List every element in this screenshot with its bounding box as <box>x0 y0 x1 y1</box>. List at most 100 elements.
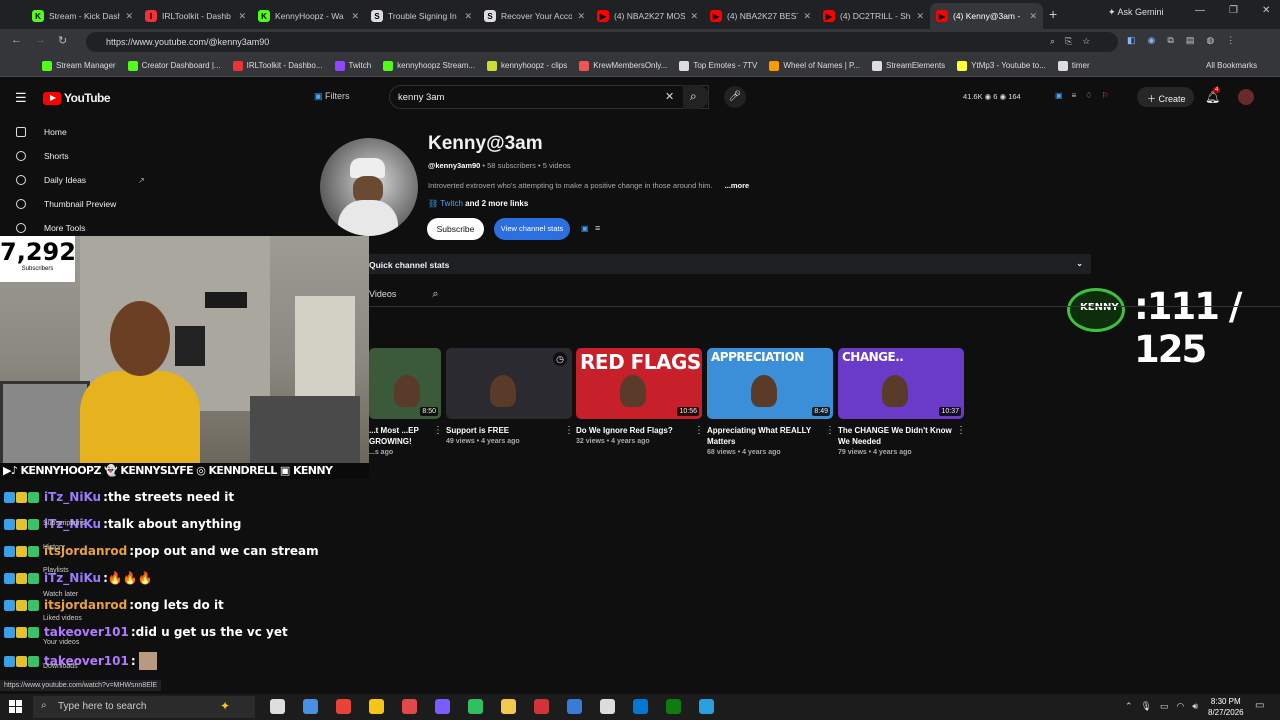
video-title[interactable]: Support is FREE <box>446 425 560 436</box>
watch-later-icon[interactable]: ◷ <box>553 352 567 366</box>
search-button[interactable]: ⌕ <box>683 85 709 109</box>
tool-icon[interactable]: ▣ <box>1055 91 1063 100</box>
view-channel-stats-button[interactable]: View channel stats <box>494 218 570 240</box>
all-bookmarks[interactable]: All Bookmarks <box>1206 61 1257 70</box>
app-icon[interactable] <box>468 699 483 714</box>
video-menu-icon[interactable]: ⋮ <box>956 425 966 436</box>
xbox-icon[interactable] <box>666 699 681 714</box>
close-icon[interactable]: ✕ <box>1262 5 1270 16</box>
video-info[interactable]: Appreciating What REALLY Matters 68 views… <box>707 425 821 458</box>
video-info[interactable]: The CHANGE We Didn't Know We Needed 79 vi… <box>838 425 952 458</box>
address-bar[interactable]: https://www.youtube.com/@kenny3am90 <box>86 32 1118 52</box>
more-link[interactable]: ...more <box>725 181 750 190</box>
video-info[interactable]: Support is FREE 49 views • 4 years ago <box>446 425 560 447</box>
search-icon[interactable]: ⌕ <box>432 288 438 300</box>
puzzle-icon[interactable]: ⧉ <box>1167 35 1173 46</box>
sidebar-item-your-videos[interactable]: Your videos <box>43 639 79 646</box>
video-thumbnail[interactable]: 8:50 <box>369 348 441 419</box>
sidebar-item-liked-videos[interactable]: Liked videos <box>43 615 82 622</box>
video-menu-icon[interactable]: ⋮ <box>564 425 574 436</box>
more-links[interactable]: and 2 more links <box>465 199 528 208</box>
sidebar-item-watch-later[interactable]: Watch later <box>43 591 78 598</box>
clear-search-icon[interactable]: ✕ <box>665 90 674 103</box>
sidebar-item-history[interactable]: History <box>43 544 65 551</box>
channel-description[interactable]: Introverted extrovert who's attempting t… <box>428 181 749 190</box>
bookmark-item[interactable]: KrewMembersOnly... <box>573 60 673 71</box>
restore-icon[interactable]: ❐ <box>1229 5 1238 16</box>
battery-icon[interactable]: ▭ <box>1160 701 1169 712</box>
extension-icon[interactable]: ◉ <box>1148 35 1156 46</box>
sidebar-item-daily-ideas[interactable]: Daily Ideas ↗ <box>16 175 145 185</box>
bookmark-item[interactable]: Wheel of Names | P... <box>763 60 866 71</box>
profile-icon[interactable]: ◍ <box>1206 35 1214 46</box>
browser-tab[interactable]: I IRLToolkit - Dashb ✕ <box>139 3 252 29</box>
video-menu-icon[interactable]: ⋮ <box>433 425 443 436</box>
video-thumbnail[interactable]: RED FLAGS 10:56 <box>576 348 702 419</box>
twitch-link[interactable]: Twitch <box>440 199 463 208</box>
sidebar-item-home[interactable]: Home <box>16 127 67 137</box>
clock[interactable]: 8:30 PM 8/27/2026 <box>1208 696 1244 718</box>
install-icon[interactable]: ⎘ <box>1065 36 1072 47</box>
bookmark-item[interactable]: timer <box>1052 60 1096 71</box>
alert-icon[interactable]: ⚐ <box>1101 91 1108 100</box>
folder-icon[interactable] <box>501 699 516 714</box>
avatar[interactable] <box>1238 89 1254 105</box>
list-icon[interactable]: ≡ <box>1072 91 1077 100</box>
quick-channel-stats[interactable]: Quick channel stats ⌄ <box>369 254 1091 274</box>
chevron-up-icon[interactable]: ⌃ <box>1125 701 1133 712</box>
video-info[interactable]: ...t Most ...EP GROWING! ...s ago <box>369 425 429 458</box>
task-view-icon[interactable] <box>270 699 285 714</box>
close-tab-icon[interactable]: ✕ <box>690 11 698 22</box>
mic-icon[interactable]: 🎤︎ <box>724 86 746 108</box>
copilot-icon[interactable]: ✦ <box>220 699 230 713</box>
channel-avatar[interactable] <box>320 138 418 236</box>
close-tab-icon[interactable]: ✕ <box>351 11 359 22</box>
outlook-icon[interactable] <box>633 699 648 714</box>
filters-button[interactable]: ▣ Filters <box>314 91 350 102</box>
video-thumbnail[interactable]: ◷ <box>446 348 572 419</box>
reload-icon[interactable]: ↻ <box>58 34 67 47</box>
bookmark-item[interactable]: Stream Manager <box>36 60 122 71</box>
search-input[interactable]: kenny 3am <box>389 85 709 109</box>
bookmark-item[interactable]: Creator Dashboard |... <box>122 60 227 71</box>
discord-icon[interactable] <box>435 699 450 714</box>
edge-icon[interactable] <box>303 699 318 714</box>
bookmark-item[interactable]: kennyhoopz - clips <box>481 60 573 71</box>
close-tab-icon[interactable]: ✕ <box>464 11 472 22</box>
chrome-icon[interactable] <box>336 699 351 714</box>
video-title[interactable]: Appreciating What REALLY Matters <box>707 425 821 447</box>
store-icon[interactable] <box>567 699 582 714</box>
ask-gemini-button[interactable]: ✦ Ask Gemini <box>1108 7 1164 18</box>
bookmark-item[interactable]: kennyhoopz Stream... <box>377 60 481 71</box>
video-menu-icon[interactable]: ⋮ <box>825 425 835 436</box>
forward-icon[interactable]: → <box>35 34 46 46</box>
sidebar-item-more-tools[interactable]: More Tools <box>16 223 85 233</box>
close-tab-icon[interactable]: ✕ <box>1029 11 1037 22</box>
network-icon[interactable]: ◠ <box>1177 701 1185 712</box>
video-title[interactable]: The CHANGE We Didn't Know We Needed <box>838 425 952 447</box>
sidebar-item-subscriptions[interactable]: Subscriptions <box>43 520 85 527</box>
mic-tray-icon[interactable]: 🎙︎ <box>1141 701 1152 712</box>
app-icon[interactable] <box>600 699 615 714</box>
extension-icon[interactable]: ◧ <box>1127 35 1136 46</box>
close-tab-icon[interactable]: ✕ <box>238 11 246 22</box>
bulb-icon[interactable]: ♢ <box>1085 91 1092 100</box>
video-thumbnail[interactable]: CHANGE.. 10:37 <box>838 348 964 419</box>
video-title[interactable]: ...t Most ...EP GROWING! <box>369 425 429 447</box>
browser-tab[interactable]: ▶ (4) NBA2K27 BEST ✕ <box>704 3 817 29</box>
sidebar-item-playlists[interactable]: Playlists <box>43 567 69 574</box>
browser-tab[interactable]: ▶ (4) DC2TRILL - She ✕ <box>817 3 930 29</box>
tab-videos[interactable]: Videos ⌕ <box>369 288 439 301</box>
back-icon[interactable]: ← <box>11 34 22 46</box>
sidebar-item-shorts[interactable]: Shorts <box>16 151 69 161</box>
browser-tab[interactable]: ▶ (4) NBA2K27 MOS ✕ <box>591 3 704 29</box>
sidebar-item-thumbnail-preview[interactable]: Thumbnail Preview <box>16 199 116 209</box>
hamburger-icon[interactable]: ☰ <box>15 90 27 106</box>
notifications-icon[interactable]: ▭ <box>1255 700 1264 711</box>
video-title[interactable]: Do We Ignore Red Flags? <box>576 425 690 436</box>
star-icon[interactable]: ☆ <box>1082 36 1090 47</box>
windows-start-icon[interactable] <box>9 700 22 713</box>
volume-icon[interactable]: 🔊︎ <box>1192 701 1198 712</box>
browser-tab[interactable]: ▶ (4) Kenny@3am - ✕ <box>930 3 1043 29</box>
sidebar-icon[interactable]: ▤ <box>1186 35 1195 46</box>
